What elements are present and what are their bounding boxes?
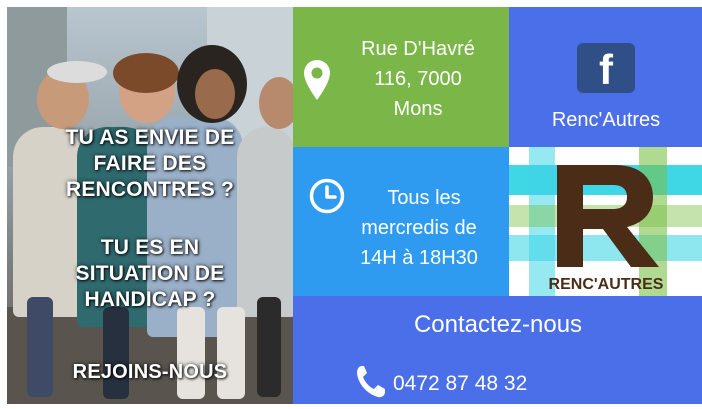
schedule-line: Tous les [387, 187, 461, 209]
facebook-tile[interactable]: f Renc'Autres [509, 7, 702, 147]
headline-line: FAIRE DES [93, 152, 207, 175]
facebook-page-name[interactable]: Renc'Autres [509, 105, 702, 135]
headline-line: RENCONTRES ? [65, 178, 235, 201]
facebook-icon[interactable]: f [577, 43, 635, 93]
schedule-line: mercredis de [361, 217, 477, 239]
logo-name: RENC'AUTRES [548, 276, 664, 293]
person-figure [103, 307, 129, 399]
address-line: Rue D'Havré [361, 38, 475, 60]
schedule-line: 14H à 18H30 [360, 247, 478, 269]
phone-number[interactable]: 0472 87 48 32 [393, 369, 613, 399]
call-to-action: REJOINS-NOUS [72, 361, 228, 383]
subheadline-line: HANDICAP ? [84, 288, 216, 311]
headline-line: TU AS ENVIE DE [65, 126, 235, 149]
address-line: 116, 7000 [374, 68, 462, 90]
person-figure [217, 307, 245, 399]
phone-icon [357, 366, 385, 398]
address-line: Mons [393, 98, 443, 120]
subheadline-line: TU ES EN [100, 236, 200, 259]
person-figure [177, 307, 205, 399]
logo-r-letter [557, 165, 659, 267]
contact-tile: Contactez-nous 0472 87 48 32 [293, 296, 702, 404]
person-figure [259, 77, 293, 129]
person-figure [113, 53, 179, 93]
person-figure [195, 69, 235, 119]
map-pin-icon [304, 60, 330, 100]
person-figure [47, 61, 107, 83]
photo-panel: TU AS ENVIE DE FAIRE DES RENCONTRES ? TU… [7, 7, 293, 404]
contact-title: Contactez-nous [413, 311, 583, 338]
address-tile: Rue D'Havré 116, 7000 Mons [293, 7, 509, 147]
subheadline-line: SITUATION DE [75, 262, 225, 285]
renc-autres-logo: RENC'AUTRES [509, 147, 702, 296]
facebook-icon-glyph: f [599, 46, 613, 93]
schedule-tile: Tous les mercredis de 14H à 18H30 [293, 147, 509, 296]
